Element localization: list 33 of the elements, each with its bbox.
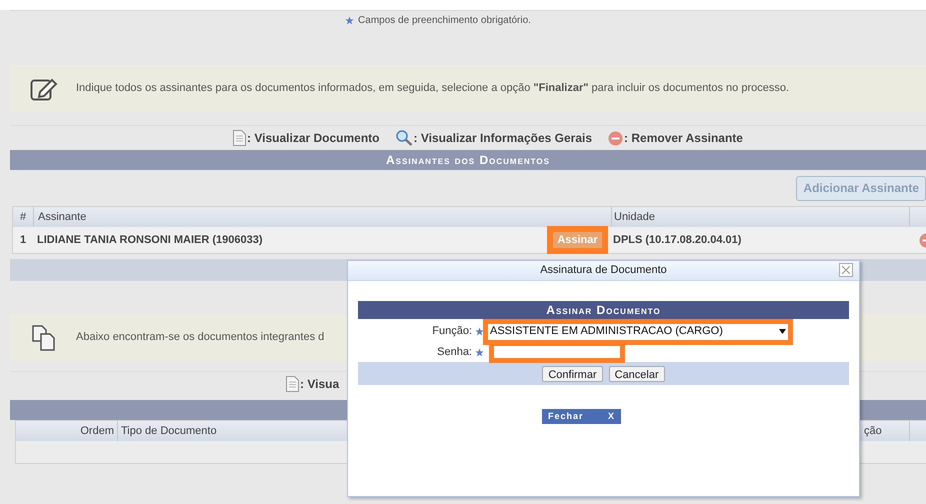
legend-label: : Visualizar Informações Gerais: [414, 130, 592, 147]
required-fields-note: Campos de preenchimento obrigatório.: [358, 16, 531, 26]
password-field[interactable]: [494, 346, 620, 358]
table-cell-text: 1: [18, 232, 28, 248]
legend-label: : Remover Assinante: [624, 130, 743, 147]
dialog-button[interactable]: Cancelar: [608, 366, 665, 382]
document-icon: [233, 130, 246, 146]
close-dialog-button[interactable]: Fechar X: [542, 409, 621, 424]
column-header: #: [18, 210, 28, 225]
remove-icon: [608, 130, 624, 146]
column-header: Ordem: [79, 424, 115, 439]
table-cell-text: LIDIANE TANIA RONSONI MAIER (1906033): [36, 232, 264, 248]
documents-note: Abaixo encontram-se os documentos integrantes d: [76, 330, 324, 346]
column-header: ção: [863, 424, 883, 439]
document-icon: [286, 376, 299, 392]
field-label: Senha:: [436, 344, 473, 360]
function-select[interactable]: ASSISTENTE EM ADMINISTRACAO (CARGO): [488, 324, 788, 340]
edit-note-icon: [30, 76, 58, 100]
dropdown-caret-icon: [779, 329, 786, 334]
copy-documents-icon: [32, 324, 56, 350]
table-cell-text: DPLS (10.17.08.20.04.01): [612, 232, 742, 248]
dialog-button[interactable]: Confirmar: [542, 366, 603, 382]
instruction-text: Indique todos os assinantes para os documentos informados, em seguida, selecione a opção "Finalizar" para incluir os documentos no processo.: [76, 81, 790, 96]
panel-header: Assinar Documento: [358, 301, 849, 319]
section-header: Assinantes dos Documentos: [10, 150, 926, 170]
close-button[interactable]: [839, 263, 853, 277]
legend-label: : Visualizar Documento: [247, 130, 380, 147]
close-icon: [842, 266, 850, 274]
field-label: Função:: [431, 324, 473, 340]
legend-label: : Visua: [300, 376, 340, 393]
search-icon: [396, 130, 412, 146]
dialog-title: Assinatura de Documento: [540, 263, 667, 278]
required-star-icon: [345, 16, 354, 25]
